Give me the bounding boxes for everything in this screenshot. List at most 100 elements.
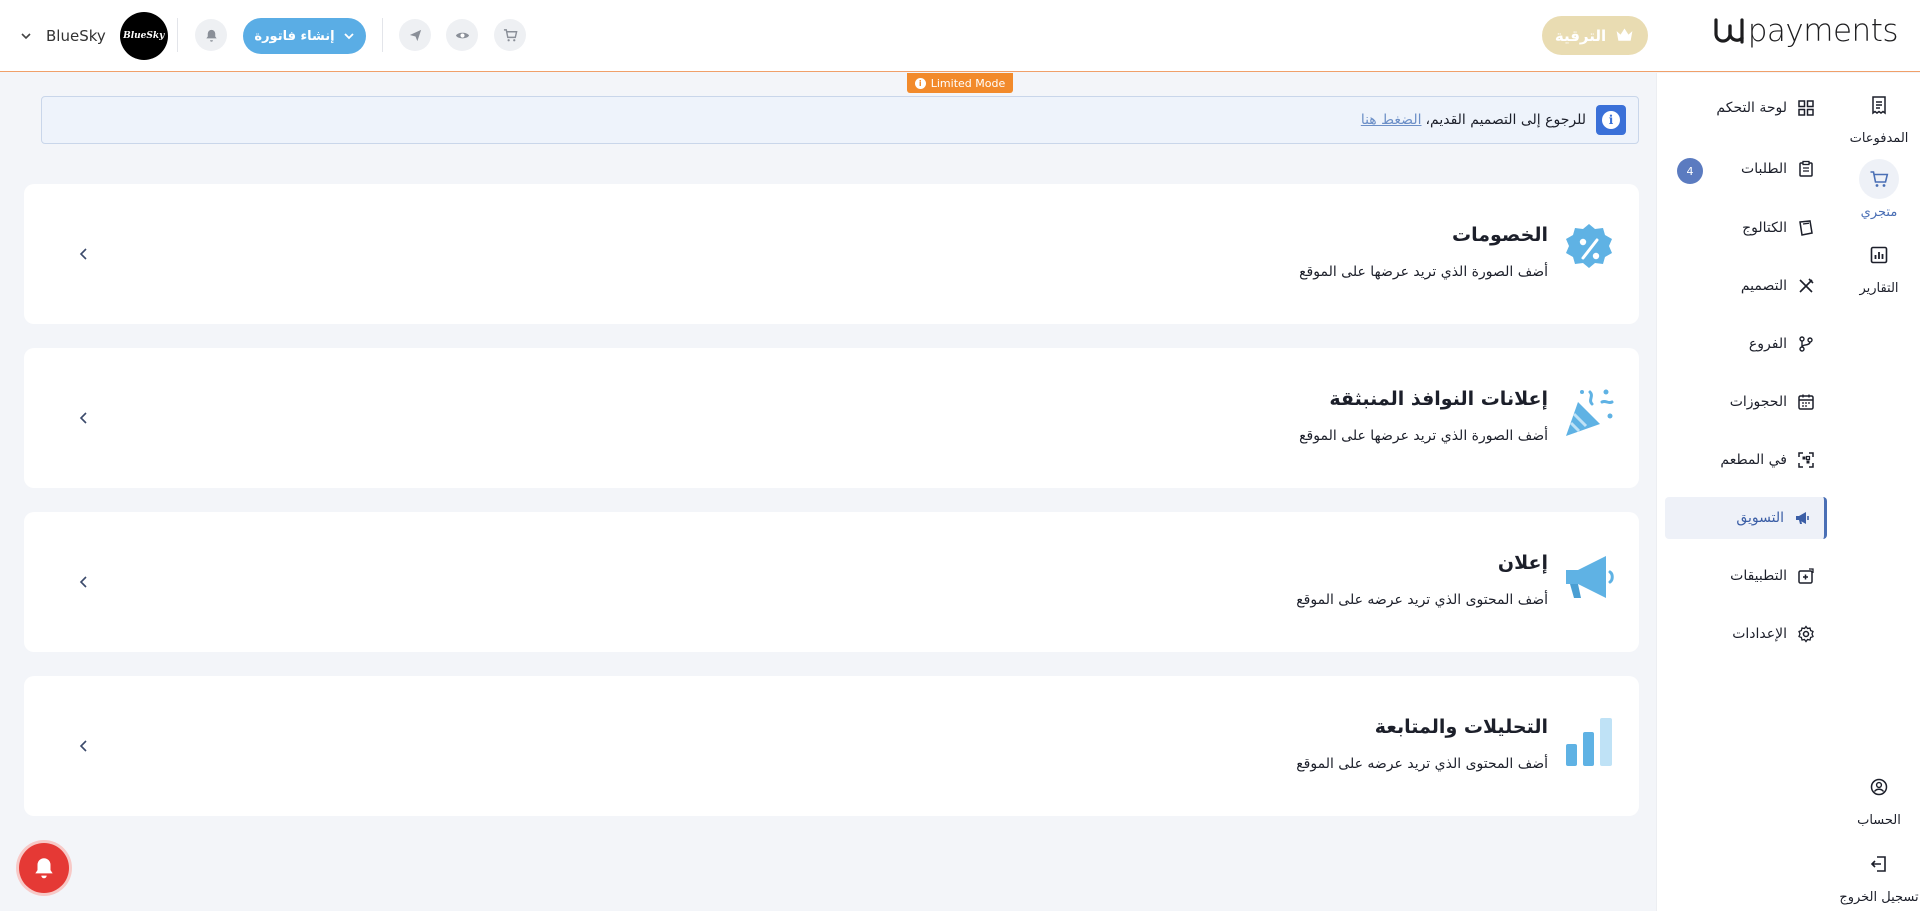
card-title: إعلانات النوافذ المنبثقة xyxy=(1329,388,1548,410)
marketing-card-analytics[interactable]: التحليلات والمتابعة أضف المحتوى الذي تري… xyxy=(24,676,1639,816)
chevron-down-icon xyxy=(21,33,31,40)
crown-icon xyxy=(1616,28,1633,41)
store-nav-panel: لوحة التحكم 4 الطلبات الكتالوج التصميم ا… xyxy=(1656,73,1838,911)
rail-item-payments[interactable]: المدفوعات xyxy=(1838,85,1920,146)
orders-count-badge: 4 xyxy=(1677,158,1703,184)
analytics-bars-icon xyxy=(1566,718,1612,766)
chevron-down-icon xyxy=(343,33,354,40)
brand-logo[interactable]: payments xyxy=(1712,13,1899,49)
card-description: أضف المحتوى الذي تريد عرضه على الموقع xyxy=(1296,756,1548,772)
chevron-left-icon[interactable] xyxy=(75,245,93,263)
nav-item-orders[interactable]: 4 الطلبات xyxy=(1665,148,1827,190)
discount-badge-icon xyxy=(1566,224,1612,268)
marketing-card-discounts[interactable]: الخصومات أضف الصورة الذي تريد عرضها على … xyxy=(24,184,1639,324)
chevron-left-icon[interactable] xyxy=(75,737,93,755)
send-icon xyxy=(409,29,421,41)
nav-item-label: الإعدادات xyxy=(1732,626,1787,642)
logo-text: payments xyxy=(1747,13,1899,49)
icon-rail: المدفوعات متجري التقارير الحساب تسجيل ال… xyxy=(1838,73,1920,911)
card-title: التحليلات والمتابعة xyxy=(1374,716,1548,738)
divider xyxy=(177,18,178,52)
rail-item-label: متجري xyxy=(1860,205,1898,220)
design-icon xyxy=(1799,278,1814,293)
upgrade-label: الترقية xyxy=(1554,26,1607,45)
nav-item-dashboard[interactable]: لوحة التحكم xyxy=(1665,87,1827,129)
banner-message: للرجوع إلى التصميم القديم، xyxy=(1425,112,1586,128)
calendar-icon xyxy=(1798,394,1814,410)
rail-item-account[interactable]: الحساب xyxy=(1838,767,1920,828)
settings-icon xyxy=(1798,625,1814,643)
limited-mode-label: Limited Mode xyxy=(930,76,1006,90)
avatar[interactable]: BlueSky xyxy=(119,12,168,60)
card-description: أضف المحتوى الذي تريد عرضه على الموقع xyxy=(1296,592,1548,608)
notifications-button[interactable] xyxy=(195,19,227,51)
qr-icon xyxy=(1798,452,1814,468)
rail-item-logout[interactable]: تسجيل الخروج xyxy=(1838,844,1920,905)
rail-item-label: التقارير xyxy=(1859,281,1899,296)
info-icon: i xyxy=(914,77,926,89)
nav-item-label: الطلبات xyxy=(1741,161,1787,177)
limited-mode-badge: i Limited Mode xyxy=(907,73,1013,93)
store-button[interactable] xyxy=(494,19,526,51)
cart-icon xyxy=(1859,159,1899,199)
marketing-card-advertisement[interactable]: إعلان أضف المحتوى الذي تريد عرضه على الم… xyxy=(24,512,1639,652)
card-description: أضف الصورة الذي تريد عرضها على الموقع xyxy=(1299,428,1548,444)
rail-item-label: المدفوعات xyxy=(1849,131,1909,146)
rail-item-label: تسجيل الخروج xyxy=(1839,890,1919,905)
nav-item-apps[interactable]: التطبيقات xyxy=(1665,555,1827,597)
old-design-banner: للرجوع إلى التصميم القديم، الضغط هنا i xyxy=(41,96,1639,144)
apps-icon xyxy=(1798,568,1814,584)
card-description: أضف الصورة الذي تريد عرضها على الموقع xyxy=(1299,264,1548,280)
push-notification-button[interactable] xyxy=(19,843,69,893)
chevron-left-icon[interactable] xyxy=(75,573,93,591)
catalog-icon xyxy=(1799,220,1813,236)
rail-item-label: الحساب xyxy=(1857,813,1901,828)
marketing-card-popups[interactable]: إعلانات النوافذ المنبثقة أضف الصورة الذي… xyxy=(24,348,1639,488)
nav-item-label: التطبيقات xyxy=(1730,568,1787,584)
party-popper-icon xyxy=(1566,389,1614,436)
bar-chart-icon xyxy=(1859,235,1899,275)
nav-item-marketing[interactable]: التسويق xyxy=(1665,497,1827,539)
user-name: BlueSky xyxy=(46,27,106,45)
megaphone-icon xyxy=(1796,512,1809,524)
card-title: الخصومات xyxy=(1452,224,1548,246)
logo-mark-icon xyxy=(1714,18,1744,44)
eye-icon xyxy=(455,32,469,38)
nav-item-in-restaurant[interactable]: في المطعم xyxy=(1665,439,1827,481)
nav-item-label: لوحة التحكم xyxy=(1716,100,1787,116)
nav-item-catalog[interactable]: الكتالوج xyxy=(1665,207,1827,249)
nav-item-label: التصميم xyxy=(1740,278,1787,294)
nav-item-label: الكتالوج xyxy=(1742,220,1787,236)
nav-item-label: التسويق xyxy=(1736,510,1784,526)
nav-item-label: في المطعم xyxy=(1720,452,1787,468)
preview-button[interactable] xyxy=(446,19,478,51)
nav-item-label: الحجوزات xyxy=(1729,394,1787,410)
avatar-text: BlueSky xyxy=(123,31,165,41)
upgrade-button[interactable]: الترقية xyxy=(1542,16,1648,55)
create-invoice-button[interactable]: إنشاء فاتورة xyxy=(243,18,366,54)
nav-item-label: الفروع xyxy=(1748,336,1787,352)
bell-icon xyxy=(205,29,217,42)
chevron-left-icon[interactable] xyxy=(75,409,93,427)
rail-item-my-store[interactable]: متجري xyxy=(1838,159,1920,220)
user-menu[interactable]: BlueSky BlueSky xyxy=(20,12,168,60)
card-title: إعلان xyxy=(1497,552,1548,574)
logout-icon xyxy=(1859,844,1899,884)
cart-icon xyxy=(503,28,517,41)
nav-item-branches[interactable]: الفروع xyxy=(1665,323,1827,365)
old-design-link[interactable]: الضغط هنا xyxy=(1361,112,1422,128)
branch-icon xyxy=(1799,336,1813,352)
info-icon: i xyxy=(1596,105,1626,135)
bell-icon xyxy=(35,858,53,879)
invoice-label: إنشاء فاتورة xyxy=(254,28,335,44)
nav-item-bookings[interactable]: الحجوزات xyxy=(1665,381,1827,423)
send-button[interactable] xyxy=(399,19,431,51)
megaphone-large-icon xyxy=(1566,556,1614,598)
clipboard-icon xyxy=(1799,160,1813,177)
banner-text: للرجوع إلى التصميم القديم، الضغط هنا xyxy=(1361,112,1586,128)
nav-item-settings[interactable]: الإعدادات xyxy=(1665,613,1827,655)
receipt-icon xyxy=(1859,85,1899,125)
rail-item-reports[interactable]: التقارير xyxy=(1838,235,1920,296)
top-bar: payments الترقية BlueSky BlueSky إنشاء ف… xyxy=(0,0,1920,72)
nav-item-design[interactable]: التصميم xyxy=(1665,265,1827,307)
